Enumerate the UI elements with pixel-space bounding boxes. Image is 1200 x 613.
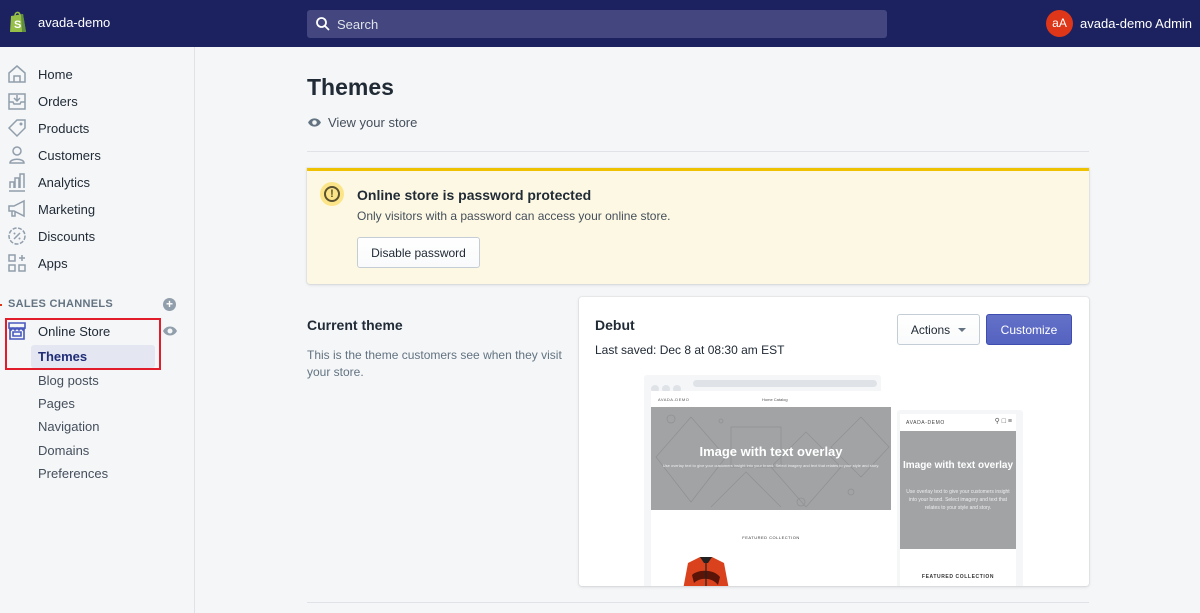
sidebar-item-customers[interactable]: Customers — [0, 142, 190, 168]
preview-hero-text: Use overlay text to give your customers … — [662, 463, 880, 468]
sidebar-item-marketing[interactable]: Marketing — [0, 196, 190, 222]
user-name[interactable]: avada-demo Admin — [1080, 16, 1192, 31]
sidebar-subitem-blog-posts[interactable]: Blog posts — [31, 369, 155, 392]
preview-brand: AVADA-DEMO — [658, 397, 690, 402]
theme-name: Debut — [595, 317, 635, 333]
sidebar-item-label: Apps — [38, 255, 68, 271]
avatar[interactable]: aA — [1046, 10, 1073, 37]
sales-channels-heading: SALES CHANNELS — [8, 298, 114, 310]
banner-text: Only visitors with a password can access… — [357, 209, 671, 223]
divider — [307, 151, 1089, 152]
sidebar-item-apps[interactable]: Apps — [0, 250, 190, 276]
desktop-preview: AVADA-DEMO Home Catalog Image with text … — [644, 375, 891, 586]
sidebar-item-products[interactable]: Products — [0, 115, 190, 141]
highlight-annotation — [5, 318, 161, 370]
apps-icon — [8, 254, 26, 272]
mobile-featured-heading: FEATURED COLLECTION — [921, 574, 995, 580]
warning-icon: ! — [320, 182, 344, 206]
sidebar-subitem-domains[interactable]: Domains — [31, 439, 155, 462]
view-store-link[interactable]: View your store — [307, 115, 417, 130]
bar-chart-icon — [9, 173, 25, 192]
search-icon — [316, 17, 330, 31]
mobile-hero-text: Use overlay text to give your customers … — [906, 489, 1010, 511]
preview-nav-links: Home Catalog — [762, 397, 788, 402]
preview-hero-title: Image with text overlay — [699, 444, 843, 459]
sidebar-item-label: Marketing — [38, 201, 96, 217]
desktop-site-mock: AVADA-DEMO Home Catalog Image with text … — [651, 391, 891, 586]
jacket-product-image — [683, 557, 729, 586]
url-bar — [693, 380, 877, 387]
indicator-dot — [0, 304, 2, 306]
divider — [307, 602, 1089, 603]
sidebar-item-label: Discounts — [38, 228, 96, 244]
orders-icon — [8, 93, 26, 110]
mobile-site-mock: AVADA-DEMO ⚲ □ ≡ Image with text overlay… — [900, 414, 1016, 586]
sidebar-item-label: Products — [38, 120, 90, 136]
mobile-header-icons: ⚲ □ ≡ — [994, 418, 1012, 425]
tag-icon — [7, 119, 26, 138]
current-theme-heading: Current theme — [307, 317, 403, 333]
mobile-hero-title: Image with text overlay — [902, 460, 1014, 471]
disable-password-button[interactable]: Disable password — [357, 237, 480, 268]
mobile-preview: AVADA-DEMO ⚲ □ ≡ Image with text overlay… — [897, 410, 1023, 586]
sidebar-item-label: Home — [38, 66, 73, 82]
megaphone-icon — [8, 199, 25, 218]
view-store-label: View your store — [328, 115, 418, 130]
person-icon — [9, 146, 25, 164]
sidebar-item-discounts[interactable]: Discounts — [0, 223, 190, 249]
shopify-logo-icon[interactable]: S — [8, 10, 28, 34]
svg-text:S: S — [14, 19, 21, 31]
sidebar-item-label: Orders — [38, 93, 78, 109]
caret-down-icon — [958, 328, 967, 333]
sidebar-subitem-navigation[interactable]: Navigation — [31, 415, 155, 438]
eye-icon[interactable] — [162, 325, 178, 337]
password-warning-banner: ! Online store is password protected Onl… — [307, 168, 1089, 284]
home-icon — [8, 65, 26, 83]
sidebar-item-analytics[interactable]: Analytics — [0, 169, 190, 195]
sidebar-item-home[interactable]: Home — [0, 61, 190, 87]
top-bar: S avada-demo aA avada-demo Admin — [0, 0, 1200, 47]
banner-title: Online store is password protected — [357, 187, 592, 203]
current-theme-description: This is the theme customers see when the… — [307, 348, 562, 379]
discount-icon — [8, 227, 26, 245]
sidebar-subitem-preferences[interactable]: Preferences — [31, 462, 155, 485]
eye-icon — [308, 118, 321, 127]
sidebar-item-orders[interactable]: Orders — [0, 88, 190, 114]
page-title: Themes — [307, 74, 394, 100]
actions-dropdown-button[interactable]: Actions — [897, 314, 980, 345]
sidebar: Home Orders Products Customers Analytics… — [0, 47, 195, 613]
search-input[interactable] — [337, 10, 877, 38]
sidebar-item-label: Customers — [38, 147, 101, 163]
mobile-preview-hero: Image with text overlay Use overlay text… — [900, 431, 1016, 549]
last-saved: Last saved: Dec 8 at 08:30 am EST — [595, 343, 785, 357]
sidebar-subitem-pages[interactable]: Pages — [31, 392, 155, 415]
theme-card: Debut Last saved: Dec 8 at 08:30 am EST … — [579, 297, 1089, 586]
add-channel-button[interactable]: + — [163, 298, 176, 311]
sidebar-item-label: Analytics — [38, 174, 91, 190]
search-bar[interactable] — [307, 10, 887, 38]
preview-hero: Image with text overlay Use overlay text… — [651, 407, 891, 510]
preview-featured-heading: FEATURED COLLECTION — [742, 535, 800, 540]
customize-button[interactable]: Customize — [986, 314, 1072, 345]
mobile-preview-brand: AVADA-DEMO — [906, 420, 945, 426]
actions-label: Actions — [910, 322, 951, 337]
store-name[interactable]: avada-demo — [38, 15, 110, 30]
